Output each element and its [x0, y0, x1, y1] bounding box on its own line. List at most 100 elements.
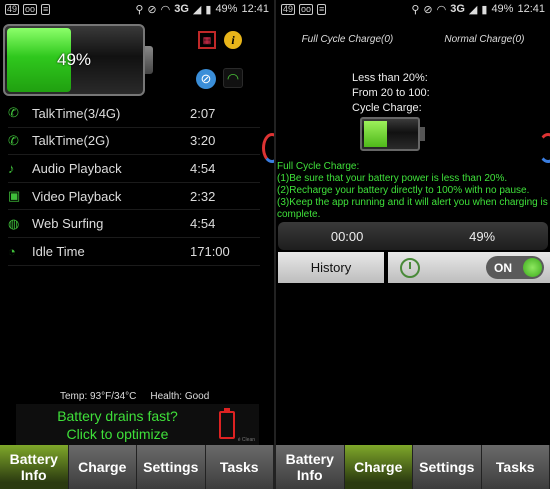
- tab-label: Tasks: [495, 459, 535, 475]
- bottom-tab-bar: Battery Info Charge Settings Tasks: [0, 445, 274, 489]
- instruction-line: (3)Keep the app running and it will aler…: [277, 197, 548, 220]
- tab-tasks[interactable]: Tasks: [481, 445, 550, 489]
- status-bar: 49 oo ≡ ⚲ ⊘ ◠ 3G ◢ ▮ 49% 12:41: [0, 0, 274, 18]
- tab-label: Battery: [285, 451, 334, 467]
- wifi-toggle-icon[interactable]: ◠: [223, 68, 243, 88]
- location-icon: ⚲: [411, 3, 420, 16]
- instruction-line: (2)Recharge your battery directly to 100…: [277, 185, 530, 196]
- charge-count-header: Full Cycle Charge(0) Normal Charge(0): [276, 34, 550, 45]
- charge-time-bar: 00:00 49%: [278, 222, 548, 250]
- battery-percent: 49%: [215, 3, 238, 15]
- bottom-tab-bar: Battery Info Charge Settings Tasks: [276, 445, 550, 489]
- clock-icon: ◔: [8, 243, 16, 259]
- voicemail-icon: oo: [299, 3, 314, 15]
- phone-icon: ✆: [8, 105, 19, 121]
- video-icon: ▣: [8, 188, 21, 204]
- usage-row: ◍ Web Surfing 4:54: [8, 210, 260, 238]
- tab-battery-info[interactable]: Battery Info: [0, 445, 69, 489]
- notification-badge-icon: 49: [281, 3, 296, 15]
- history-button-label: History: [310, 260, 352, 275]
- tab-charge[interactable]: Charge: [68, 445, 137, 489]
- usage-value: 2:32: [190, 188, 216, 204]
- info-line: Less than 20%:: [352, 72, 428, 84]
- battery-level-graphic: 49%: [3, 24, 153, 96]
- tab-label-2: Info: [20, 467, 47, 483]
- clock-time: 12:41: [517, 3, 545, 15]
- battery-info-screen: 49 oo ≡ ⚲ ⊘ ◠ 3G ◢ ▮ 49% 12:41 49% ▦ i ⊘…: [0, 0, 274, 489]
- usage-value: 4:54: [190, 160, 216, 176]
- usage-value: 4:54: [190, 216, 216, 232]
- signal-icon: ◢: [468, 3, 478, 16]
- usage-row: ♪ Audio Playback 4:54: [8, 155, 260, 183]
- usage-value: 2:07: [190, 105, 216, 121]
- signal-icon: ◢: [192, 3, 202, 16]
- toggle-label: ON: [494, 260, 512, 275]
- toggle-knob: [523, 258, 542, 277]
- side-ring-icon: [538, 133, 550, 163]
- network-type: 3G: [450, 3, 465, 15]
- instruction-line: Full Cycle Charge:: [277, 161, 360, 172]
- full-cycle-instructions: Full Cycle Charge: (1)Be sure that your …: [277, 161, 549, 221]
- charge-info-block: Less than 20%: From 20 to 100: Cycle Cha…: [352, 71, 430, 116]
- ad-line-2: Click to optimize: [66, 425, 169, 442]
- info-icon[interactable]: i: [224, 31, 242, 49]
- message-icon: ≡: [317, 3, 327, 15]
- usage-value: 3:20: [190, 133, 216, 149]
- info-line: Cycle Charge:: [352, 102, 422, 114]
- normal-charge-count: Normal Charge(0): [444, 34, 525, 45]
- temperature-health-line: Temp: 93°F/34°C Health: Good: [60, 391, 209, 402]
- tab-settings[interactable]: Settings: [413, 445, 482, 489]
- battery-percent: 49%: [491, 3, 514, 15]
- message-icon: ≡: [41, 3, 51, 15]
- usage-row: ✆ TalkTime(3/4G) 2:07: [8, 100, 260, 128]
- alarm-toggle-row: ON: [388, 252, 550, 283]
- tab-label: Settings: [143, 459, 199, 475]
- widget-grid-icon[interactable]: ▦: [198, 31, 216, 49]
- usage-row: ✆ TalkTime(2G) 3:20: [8, 128, 260, 156]
- dnd-icon: ⊘: [423, 3, 433, 16]
- usage-label: Video Playback: [32, 188, 122, 204]
- tab-label-2: Info: [296, 467, 323, 483]
- charge-percent-value: 49%: [469, 228, 496, 244]
- ad-line-1: Battery drains fast?: [57, 407, 178, 424]
- usage-time-list: ✆ TalkTime(3/4G) 2:07 ✆ TalkTime(2G) 3:20 ♪ Aud…: [8, 100, 260, 266]
- small-battery-graphic: [360, 117, 426, 151]
- battery-percent-label: 49%: [56, 50, 92, 69]
- usage-label: Web Surfing: [32, 216, 104, 232]
- voicemail-icon: oo: [23, 3, 38, 15]
- tab-tasks[interactable]: Tasks: [205, 445, 274, 489]
- clock-icon: [400, 257, 420, 278]
- health-text: Health: Good: [150, 391, 210, 402]
- dnd-icon: ⊘: [147, 3, 157, 16]
- battery-icon: ▮: [205, 3, 212, 16]
- tab-label: Charge: [78, 459, 127, 475]
- network-type: 3G: [174, 3, 189, 15]
- charge-time-value: 00:00: [330, 228, 364, 244]
- phone-icon: ✆: [8, 132, 19, 148]
- globe-icon: ◍: [8, 215, 20, 231]
- ad-brand-tag: é Clean: [237, 437, 255, 443]
- usage-value: 171:00: [190, 243, 230, 259]
- tab-settings[interactable]: Settings: [137, 445, 206, 489]
- side-ring-icon: [262, 133, 274, 163]
- music-icon: ♪: [8, 160, 15, 176]
- info-line: From 20 to 100:: [352, 87, 430, 99]
- low-battery-icon: [219, 407, 235, 439]
- location-icon: ⚲: [135, 3, 144, 16]
- status-bar: 49 oo ≡ ⚲ ⊘ ◠ 3G ◢ ▮ 49% 12:41: [276, 0, 550, 18]
- wifi-icon: ◠: [160, 3, 171, 16]
- wifi-off-icon[interactable]: ⊘: [196, 69, 216, 89]
- optimize-ad-banner[interactable]: Battery drains fast? Click to optimize é…: [16, 404, 259, 445]
- history-button[interactable]: History: [278, 252, 384, 283]
- alert-toggle[interactable]: ON: [486, 256, 544, 279]
- tab-battery-info[interactable]: Battery Info: [276, 445, 345, 489]
- tab-charge[interactable]: Charge: [344, 445, 413, 489]
- instruction-line: (1)Be sure that your battery power is le…: [277, 173, 508, 184]
- small-battery-fill: [364, 121, 388, 147]
- battery-icon: ▮: [481, 3, 488, 16]
- usage-label: TalkTime(2G): [32, 133, 110, 149]
- charge-screen: 49 oo ≡ ⚲ ⊘ ◠ 3G ◢ ▮ 49% 12:41 Full Cycl…: [276, 0, 550, 489]
- full-cycle-count: Full Cycle Charge(0): [301, 34, 394, 45]
- tab-label: Settings: [419, 459, 475, 475]
- usage-row: ◔ Idle Time 171:00: [8, 238, 260, 266]
